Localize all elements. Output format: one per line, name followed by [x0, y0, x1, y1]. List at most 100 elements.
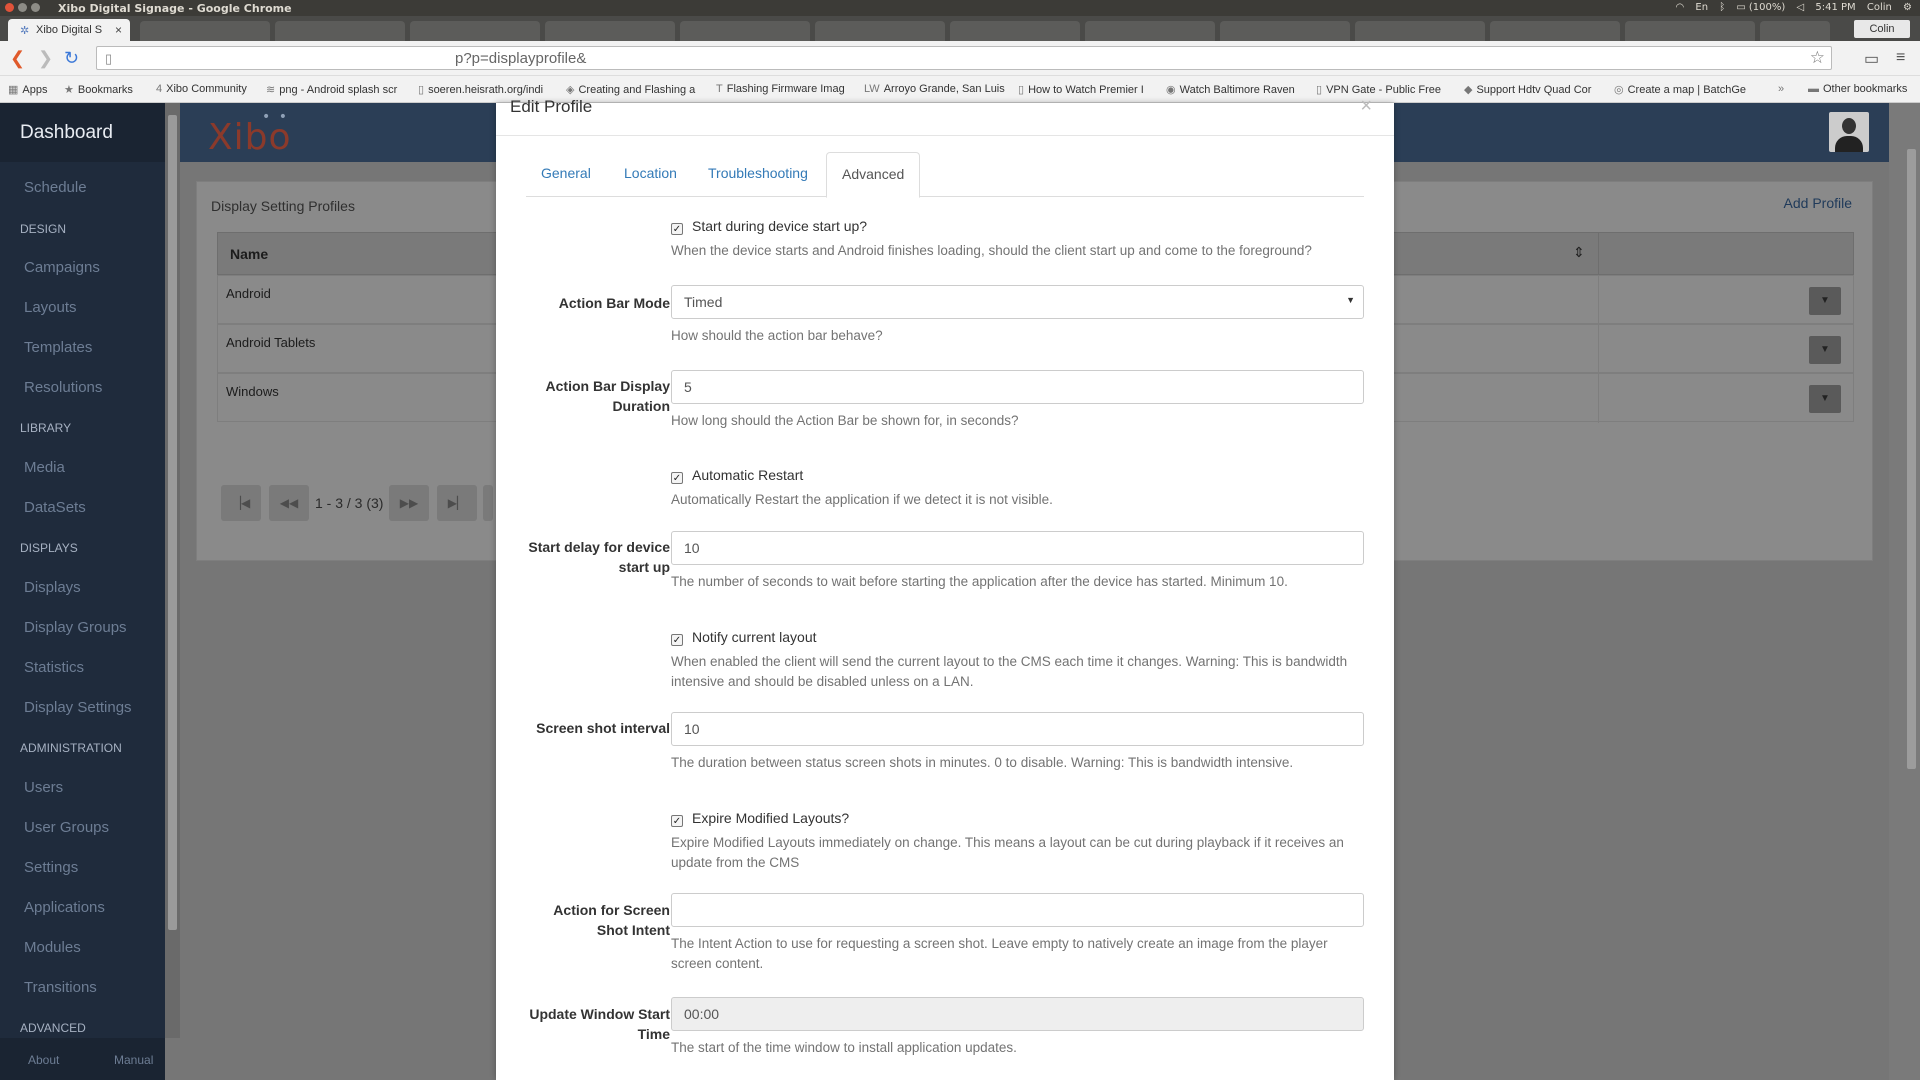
about-link[interactable]: About — [28, 1053, 59, 1067]
last-page-button[interactable]: ▶▏ — [437, 485, 477, 521]
sidebar-item-statistics[interactable]: Statistics — [24, 659, 84, 676]
browser-tab[interactable] — [1760, 21, 1830, 41]
sidebar-item-displays[interactable]: Displays — [24, 579, 81, 596]
checkbox-checked-icon[interactable]: ✓ — [671, 815, 683, 827]
forward-icon[interactable]: ❯ — [38, 48, 53, 69]
sidebar-item-schedule[interactable]: Schedule — [24, 179, 87, 196]
checkbox-checked-icon[interactable]: ✓ — [671, 634, 683, 646]
bookmark-item[interactable]: ▯ soeren.heisrath.org/indi — [418, 83, 554, 96]
page-scrollbar[interactable] — [1889, 103, 1920, 1080]
browser-tab[interactable] — [1625, 21, 1755, 41]
cast-icon[interactable]: ▭ — [1864, 49, 1879, 69]
sidebar-item-users[interactable]: Users — [24, 779, 63, 796]
bookmark-item[interactable]: ◎ Create a map | BatchGe — [1614, 83, 1754, 96]
clock[interactable]: 5:41 PM — [1815, 2, 1855, 13]
add-profile-button[interactable]: Add Profile — [1784, 195, 1852, 211]
row-actions-dropdown[interactable]: ▼ — [1809, 385, 1841, 413]
gear-icon[interactable]: ⚙ — [1903, 2, 1912, 13]
start-on-boot-checkbox[interactable]: ✓ Start during device start up? — [671, 218, 867, 235]
sidebar-item-campaigns[interactable]: Campaigns — [24, 259, 100, 276]
sidebar-item-resolutions[interactable]: Resolutions — [24, 379, 102, 396]
row-actions-dropdown[interactable]: ▼ — [1809, 336, 1841, 364]
avatar[interactable] — [1829, 112, 1869, 152]
automatic-restart-checkbox[interactable]: ✓ Automatic Restart — [671, 467, 803, 484]
first-page-button[interactable]: ▕◀ — [221, 485, 261, 521]
bookmark-item[interactable]: ◆ Support Hdtv Quad Cor — [1464, 83, 1604, 96]
browser-tab[interactable] — [815, 21, 945, 41]
other-bookmarks[interactable]: ▬ Other bookmarks — [1808, 83, 1918, 95]
screenshot-intent-input[interactable] — [671, 893, 1364, 927]
bookmark-star-icon[interactable]: ☆ — [1810, 48, 1825, 68]
browser-tab[interactable] — [545, 21, 675, 41]
manual-link[interactable]: Manual — [114, 1053, 153, 1067]
next-page-button[interactable]: ▶▶ — [389, 485, 429, 521]
page-scrollbar-thumb[interactable] — [1907, 149, 1916, 769]
sidebar-scrollbar-thumb[interactable] — [168, 115, 177, 930]
bookmarks-overflow-icon[interactable]: » — [1778, 83, 1798, 95]
sidebar-item-applications[interactable]: Applications — [24, 899, 105, 916]
browser-tab[interactable] — [1085, 21, 1215, 41]
browser-tab[interactable] — [1220, 21, 1350, 41]
bookmark-item[interactable]: ▯ VPN Gate - Public Free — [1316, 83, 1454, 96]
bookmark-item[interactable]: 4 Xibo Community — [156, 83, 258, 95]
row-actions-dropdown[interactable]: ▼ — [1809, 287, 1841, 315]
bookmark-item[interactable]: ◈ Creating and Flashing a — [566, 83, 702, 96]
window-minimize-icon[interactable] — [18, 3, 27, 12]
tab-close-icon[interactable]: × — [115, 23, 122, 37]
sidebar-item-transitions[interactable]: Transitions — [24, 979, 97, 996]
tray-user[interactable]: Colin — [1867, 2, 1892, 13]
sidebar-item-modules[interactable]: Modules — [24, 939, 81, 956]
sidebar-item-display-groups[interactable]: Display Groups — [24, 619, 127, 636]
browser-tab[interactable] — [680, 21, 810, 41]
browser-tab[interactable] — [1355, 21, 1485, 41]
action-bar-mode-select[interactable]: Timed ▼ — [671, 285, 1364, 319]
battery-icon[interactable]: ▭ — [1736, 2, 1745, 13]
bluetooth-icon[interactable]: ᛒ — [1719, 2, 1725, 13]
tab-advanced[interactable]: Advanced — [826, 152, 921, 198]
browser-tab[interactable] — [950, 21, 1080, 41]
reload-icon[interactable]: ↻ — [64, 48, 79, 69]
back-icon[interactable]: ❮ — [10, 48, 25, 69]
tab-general[interactable]: General — [526, 152, 606, 197]
action-bar-duration-input[interactable]: 5 — [671, 370, 1364, 404]
xibo-logo[interactable]: Xibo • • — [208, 109, 292, 158]
close-icon[interactable]: × — [1360, 95, 1372, 118]
tab-troubleshooting[interactable]: Troubleshooting — [693, 152, 823, 197]
address-bar[interactable]: ▯ p?p=displayprofile& ☆ — [96, 46, 1832, 70]
notify-current-layout-checkbox[interactable]: ✓ Notify current layout — [671, 629, 817, 646]
bookmark-item[interactable]: ≋ png - Android splash scr — [266, 83, 406, 96]
sidebar-item-settings[interactable]: Settings — [24, 859, 78, 876]
bookmark-item[interactable]: ▯ How to Watch Premier I — [1018, 83, 1154, 96]
expire-modified-layouts-checkbox[interactable]: ✓ Expire Modified Layouts? — [671, 810, 849, 827]
sidebar-item-display-settings[interactable]: Display Settings — [24, 699, 132, 716]
tab-location[interactable]: Location — [609, 152, 692, 197]
column-header-name[interactable]: Name — [230, 246, 268, 262]
browser-tab[interactable] — [410, 21, 540, 41]
volume-icon[interactable]: ◁ — [1796, 2, 1804, 13]
menu-icon[interactable]: ≡ — [1896, 49, 1905, 67]
wifi-icon[interactable]: ◠ — [1675, 2, 1684, 13]
browser-tab[interactable] — [275, 21, 405, 41]
bookmark-item[interactable]: ★ Bookmarks — [64, 83, 148, 96]
checkbox-checked-icon[interactable]: ✓ — [671, 472, 683, 484]
sidebar-item-user-groups[interactable]: User Groups — [24, 819, 109, 836]
bookmark-item[interactable]: ▦ Apps — [8, 83, 58, 96]
start-delay-input[interactable]: 10 — [671, 531, 1364, 565]
keyboard-lang[interactable]: En — [1695, 2, 1708, 13]
window-maximize-icon[interactable] — [31, 3, 40, 12]
bookmark-item[interactable]: LW Arroyo Grande, San Luis — [864, 83, 1006, 95]
bookmark-item[interactable]: T Flashing Firmware Imag — [716, 83, 856, 95]
window-close-icon[interactable] — [5, 3, 14, 12]
bookmark-item[interactable]: ◉ Watch Baltimore Raven — [1166, 83, 1306, 96]
profile-chip[interactable]: Colin — [1854, 20, 1910, 38]
previous-page-button[interactable]: ◀◀ — [269, 485, 309, 521]
browser-tab-active[interactable]: ✲ Xibo Digital S × — [8, 19, 130, 41]
page-size-select[interactable] — [483, 485, 493, 521]
browser-tab[interactable] — [140, 21, 270, 41]
sort-icon[interactable]: ⇕ — [1573, 244, 1585, 261]
sidebar-item-datasets[interactable]: DataSets — [24, 499, 86, 516]
update-window-start-input[interactable]: 00:00 — [671, 997, 1364, 1031]
sidebar-item-layouts[interactable]: Layouts — [24, 299, 77, 316]
checkbox-checked-icon[interactable]: ✓ — [671, 223, 683, 235]
browser-tab[interactable] — [1490, 21, 1620, 41]
